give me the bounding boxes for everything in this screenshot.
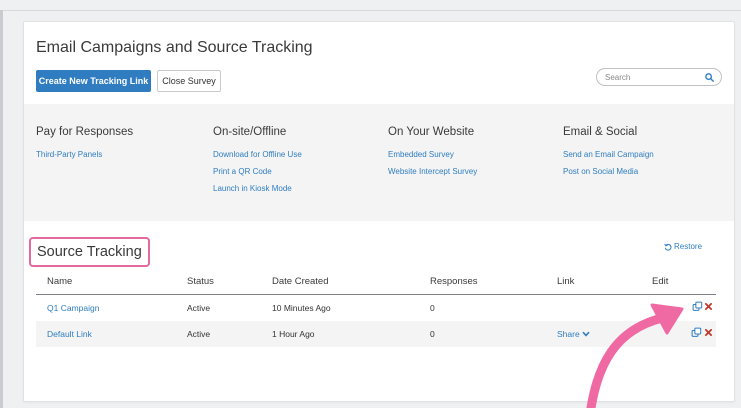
row-name-link[interactable]: Q1 Campaign bbox=[47, 303, 99, 313]
embedded-survey-link[interactable]: Embedded Survey bbox=[388, 150, 477, 159]
row-responses: 0 bbox=[430, 329, 435, 339]
distribution-options: Pay for Responses Third-Party Panels On-… bbox=[24, 104, 734, 221]
copy-icon[interactable] bbox=[692, 301, 703, 312]
restore-icon bbox=[664, 243, 672, 251]
restore-label: Restore bbox=[674, 242, 703, 251]
close-survey-button[interactable]: Close Survey bbox=[157, 70, 221, 92]
distribution-column-title: Pay for Responses bbox=[36, 126, 134, 138]
column-header-edit: Edit bbox=[652, 276, 669, 287]
row-date-created: 1 Hour Ago bbox=[272, 329, 315, 339]
kiosk-mode-link[interactable]: Launch in Kiosk Mode bbox=[213, 184, 302, 193]
distribution-column-title: Email & Social bbox=[563, 126, 638, 138]
left-rule bbox=[0, 10, 3, 408]
print-qr-code-link[interactable]: Print a QR Code bbox=[213, 167, 302, 176]
table-row: Default Link Active 1 Hour Ago 0 Share bbox=[36, 321, 716, 347]
share-label: Share bbox=[557, 329, 580, 339]
distribution-column-title: On-site/Offline bbox=[213, 126, 287, 138]
column-header-name: Name bbox=[47, 276, 73, 287]
distribution-column-pay: Pay for Responses Third-Party Panels bbox=[36, 126, 133, 167]
search-input[interactable] bbox=[605, 71, 701, 84]
top-rule bbox=[0, 10, 741, 11]
source-tracking-title: Source Tracking bbox=[29, 237, 150, 267]
distribution-column-title: On Your Website bbox=[388, 126, 475, 138]
distribution-column-email: Email & Social Send an Email Campaign Po… bbox=[563, 126, 654, 184]
copy-icon[interactable] bbox=[691, 327, 702, 338]
page-title: Email Campaigns and Source Tracking bbox=[36, 39, 313, 56]
column-header-status: Status bbox=[187, 276, 214, 287]
search-box bbox=[596, 68, 722, 86]
restore-button[interactable]: Restore bbox=[664, 242, 702, 251]
row-responses: 0 bbox=[430, 303, 435, 313]
download-offline-link[interactable]: Download for Offline Use bbox=[213, 150, 302, 159]
social-media-link[interactable]: Post on Social Media bbox=[563, 167, 654, 176]
distribution-column-onsite: On-site/Offline Download for Offline Use… bbox=[213, 126, 302, 201]
share-dropdown[interactable]: Share bbox=[557, 329, 590, 339]
row-date-created: 10 Minutes Ago bbox=[272, 303, 331, 313]
website-intercept-link[interactable]: Website Intercept Survey bbox=[388, 167, 477, 176]
main-panel: Email Campaigns and Source Tracking Crea… bbox=[23, 21, 735, 402]
create-tracking-link-button[interactable]: Create New Tracking Link bbox=[36, 70, 151, 92]
row-status: Active bbox=[187, 329, 211, 339]
column-header-responses: Responses bbox=[430, 276, 478, 287]
distribution-column-website: On Your Website Embedded Survey Website … bbox=[388, 126, 477, 184]
column-header-date-created: Date Created bbox=[272, 276, 329, 287]
delete-icon[interactable] bbox=[705, 303, 712, 310]
chevron-down-icon bbox=[582, 331, 590, 337]
column-header-link: Link bbox=[557, 276, 575, 287]
third-party-panels-link[interactable]: Third-Party Panels bbox=[36, 150, 133, 159]
table-row: Q1 Campaign Active 10 Minutes Ago 0 bbox=[36, 295, 716, 321]
email-campaign-link[interactable]: Send an Email Campaign bbox=[563, 150, 654, 159]
search-icon[interactable] bbox=[704, 72, 715, 83]
delete-icon[interactable] bbox=[705, 329, 712, 336]
row-status: Active bbox=[187, 303, 211, 313]
row-name-link[interactable]: Default Link bbox=[47, 329, 92, 339]
